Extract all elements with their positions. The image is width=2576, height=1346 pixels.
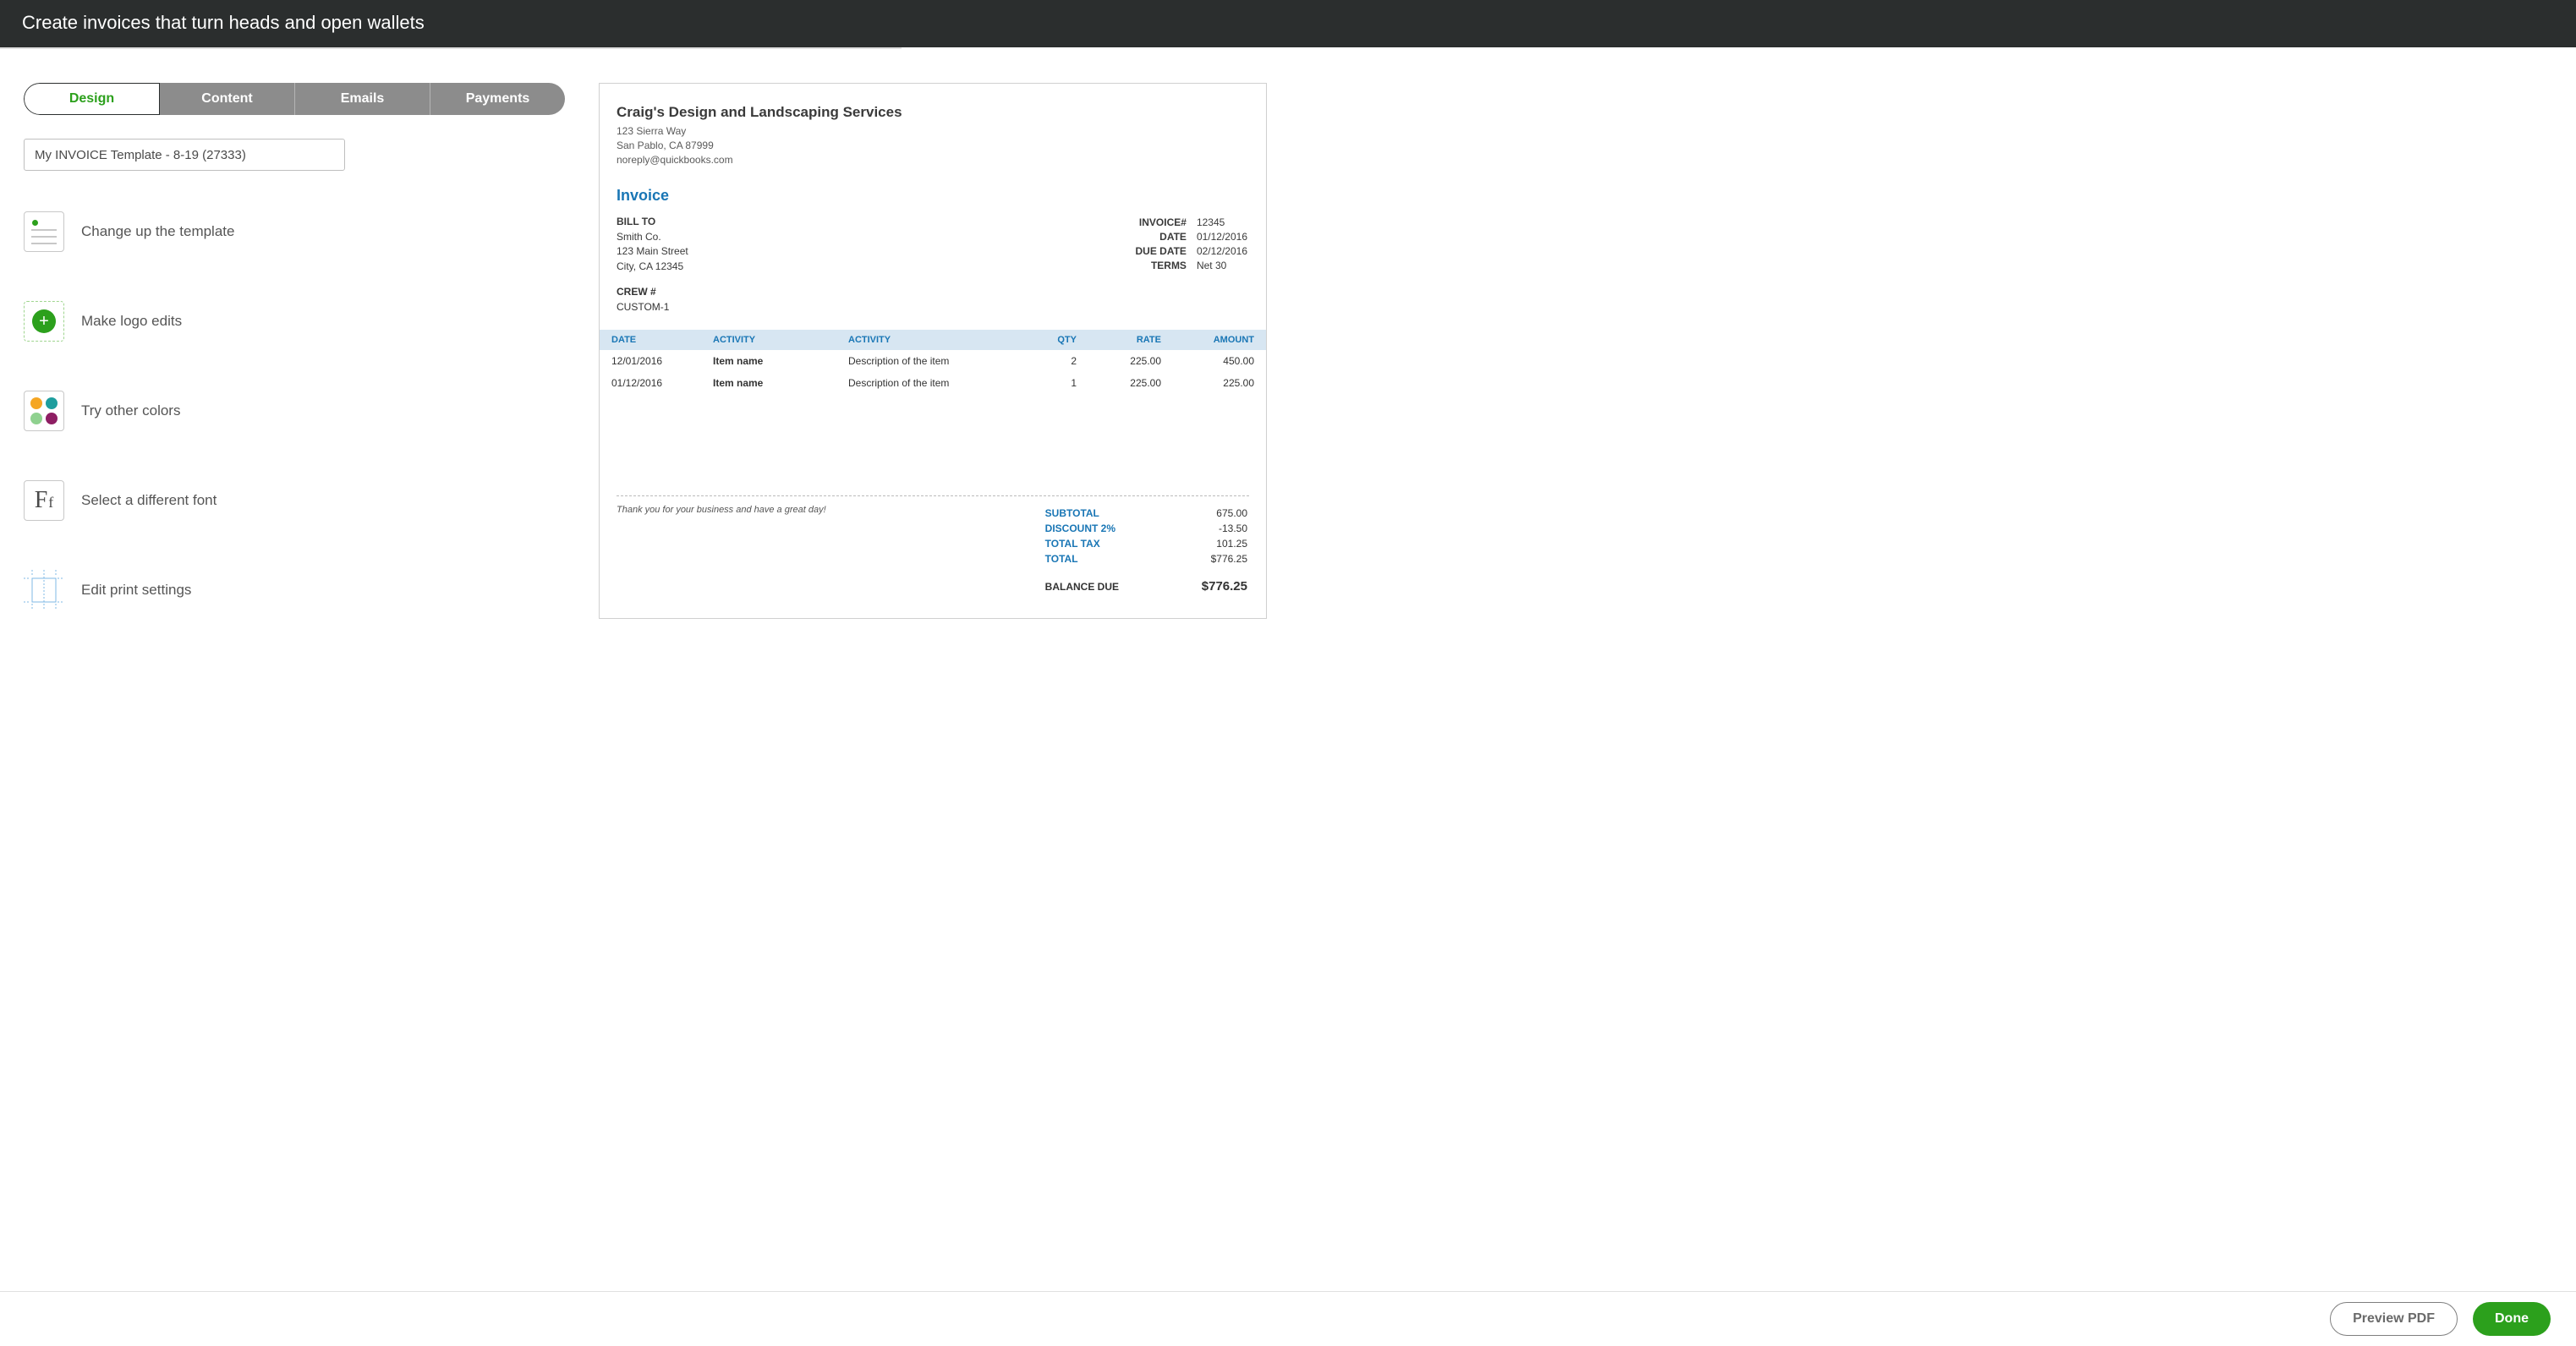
option-logo-edits[interactable]: + Make logo edits <box>24 301 565 342</box>
font-icon: Ff <box>24 480 64 521</box>
col-activity: ACTIVITY <box>713 335 848 345</box>
tab-design[interactable]: Design <box>24 83 160 115</box>
thank-you-message: Thank you for your business and have a g… <box>617 505 826 596</box>
document-title: Invoice <box>617 187 1249 205</box>
meta-invoice-num: 12345 <box>1197 216 1247 229</box>
subtotal-label: SUBTOTAL <box>1045 506 1178 520</box>
meta-duedate-label: DUE DATE <box>1135 245 1194 258</box>
tab-content[interactable]: Content <box>160 83 295 115</box>
line-qty: 1 <box>1026 377 1077 389</box>
line-rate: 225.00 <box>1077 355 1161 367</box>
col-date: DATE <box>611 335 713 345</box>
template-name-input[interactable]: My INVOICE Template - 8-19 (27333) <box>24 139 345 171</box>
meta-duedate: 02/12/2016 <box>1197 245 1247 258</box>
col-qty: QTY <box>1026 335 1077 345</box>
left-panel: Design Content Emails Payments My INVOIC… <box>24 83 565 619</box>
invoice-meta: INVOICE#12345 DATE01/12/2016 DUE DATE02/… <box>1133 215 1249 274</box>
meta-date-label: DATE <box>1135 231 1194 243</box>
tax-label: TOTAL TAX <box>1045 537 1178 550</box>
line-desc: Description of the item <box>848 377 1026 389</box>
balance-value: $776.25 <box>1180 567 1247 594</box>
col-activity-2: ACTIVITY <box>848 335 1026 345</box>
company-name: Craig's Design and Landscaping Services <box>617 104 1249 121</box>
option-try-colors[interactable]: Try other colors <box>24 391 565 431</box>
line-items-header: DATE ACTIVITY ACTIVITY QTY RATE AMOUNT <box>600 330 1266 350</box>
tab-emails[interactable]: Emails <box>295 83 430 115</box>
bill-to-label: BILL TO <box>617 215 688 229</box>
company-address: 123 Sierra Way San Pablo, CA 87999 norep… <box>617 124 1249 167</box>
print-settings-icon <box>24 570 64 610</box>
totals-block: SUBTOTAL675.00 DISCOUNT 2%-13.50 TOTAL T… <box>1044 505 1249 596</box>
colors-icon <box>24 391 64 431</box>
line-amount: 450.00 <box>1161 355 1254 367</box>
line-date: 01/12/2016 <box>611 377 713 389</box>
page-header: Create invoices that turn heads and open… <box>0 0 2576 47</box>
preview-pdf-button[interactable]: Preview PDF <box>2330 1302 2458 1336</box>
tab-bar: Design Content Emails Payments <box>24 83 565 115</box>
bill-to-street: 123 Main Street <box>617 244 688 259</box>
line-amount: 225.00 <box>1161 377 1254 389</box>
option-print-settings-label: Edit print settings <box>81 582 191 599</box>
action-bar: Preview PDF Done <box>0 1291 2576 1346</box>
discount-label: DISCOUNT 2% <box>1045 522 1178 535</box>
line-item: 12/01/2016 Item name Description of the … <box>600 350 1266 372</box>
design-options: Change up the template + Make logo edits <box>24 211 565 610</box>
option-select-font-label: Select a different font <box>81 492 216 509</box>
line-item: 01/12/2016 Item name Description of the … <box>600 372 1266 394</box>
total-label: TOTAL <box>1045 552 1178 566</box>
company-street: 123 Sierra Way <box>617 124 1249 139</box>
tab-payments[interactable]: Payments <box>430 83 565 115</box>
subtotal-value: 675.00 <box>1180 506 1247 520</box>
option-select-font[interactable]: Ff Select a different font <box>24 480 565 521</box>
meta-invoice-num-label: INVOICE# <box>1135 216 1194 229</box>
total-value: $776.25 <box>1180 552 1247 566</box>
option-change-template-label: Change up the template <box>81 223 234 240</box>
company-cityline: San Pablo, CA 87999 <box>617 139 1249 153</box>
template-name-value: My INVOICE Template - 8-19 (27333) <box>35 148 246 162</box>
line-qty: 2 <box>1026 355 1077 367</box>
invoice-preview: Craig's Design and Landscaping Services … <box>599 83 1267 619</box>
line-rate: 225.00 <box>1077 377 1161 389</box>
option-change-template[interactable]: Change up the template <box>24 211 565 252</box>
bill-to-block: BILL TO Smith Co. 123 Main Street City, … <box>617 215 688 274</box>
option-try-colors-label: Try other colors <box>81 402 180 419</box>
option-logo-edits-label: Make logo edits <box>81 313 182 330</box>
option-print-settings[interactable]: Edit print settings <box>24 570 565 610</box>
bill-to-cityline: City, CA 12345 <box>617 260 688 274</box>
template-icon <box>24 211 64 252</box>
bill-to-name: Smith Co. <box>617 230 688 244</box>
meta-date: 01/12/2016 <box>1197 231 1247 243</box>
line-desc: Description of the item <box>848 355 1026 367</box>
preview-column: Craig's Design and Landscaping Services … <box>599 83 2552 619</box>
line-name: Item name <box>713 377 848 389</box>
done-button[interactable]: Done <box>2473 1302 2551 1336</box>
crew-block: CREW # CUSTOM-1 <box>617 286 1249 313</box>
tax-value: 101.25 <box>1180 537 1247 550</box>
company-email: noreply@quickbooks.com <box>617 153 1249 167</box>
line-name: Item name <box>713 355 848 367</box>
balance-label: BALANCE DUE <box>1045 567 1178 594</box>
col-rate: RATE <box>1077 335 1161 345</box>
col-amount: AMOUNT <box>1161 335 1254 345</box>
line-date: 12/01/2016 <box>611 355 713 367</box>
meta-terms-label: TERMS <box>1135 260 1194 272</box>
page-title: Create invoices that turn heads and open… <box>22 12 425 33</box>
discount-value: -13.50 <box>1180 522 1247 535</box>
logo-add-icon: + <box>24 301 64 342</box>
meta-terms: Net 30 <box>1197 260 1247 272</box>
crew-label: CREW # <box>617 286 1249 298</box>
crew-value: CUSTOM-1 <box>617 301 1249 313</box>
